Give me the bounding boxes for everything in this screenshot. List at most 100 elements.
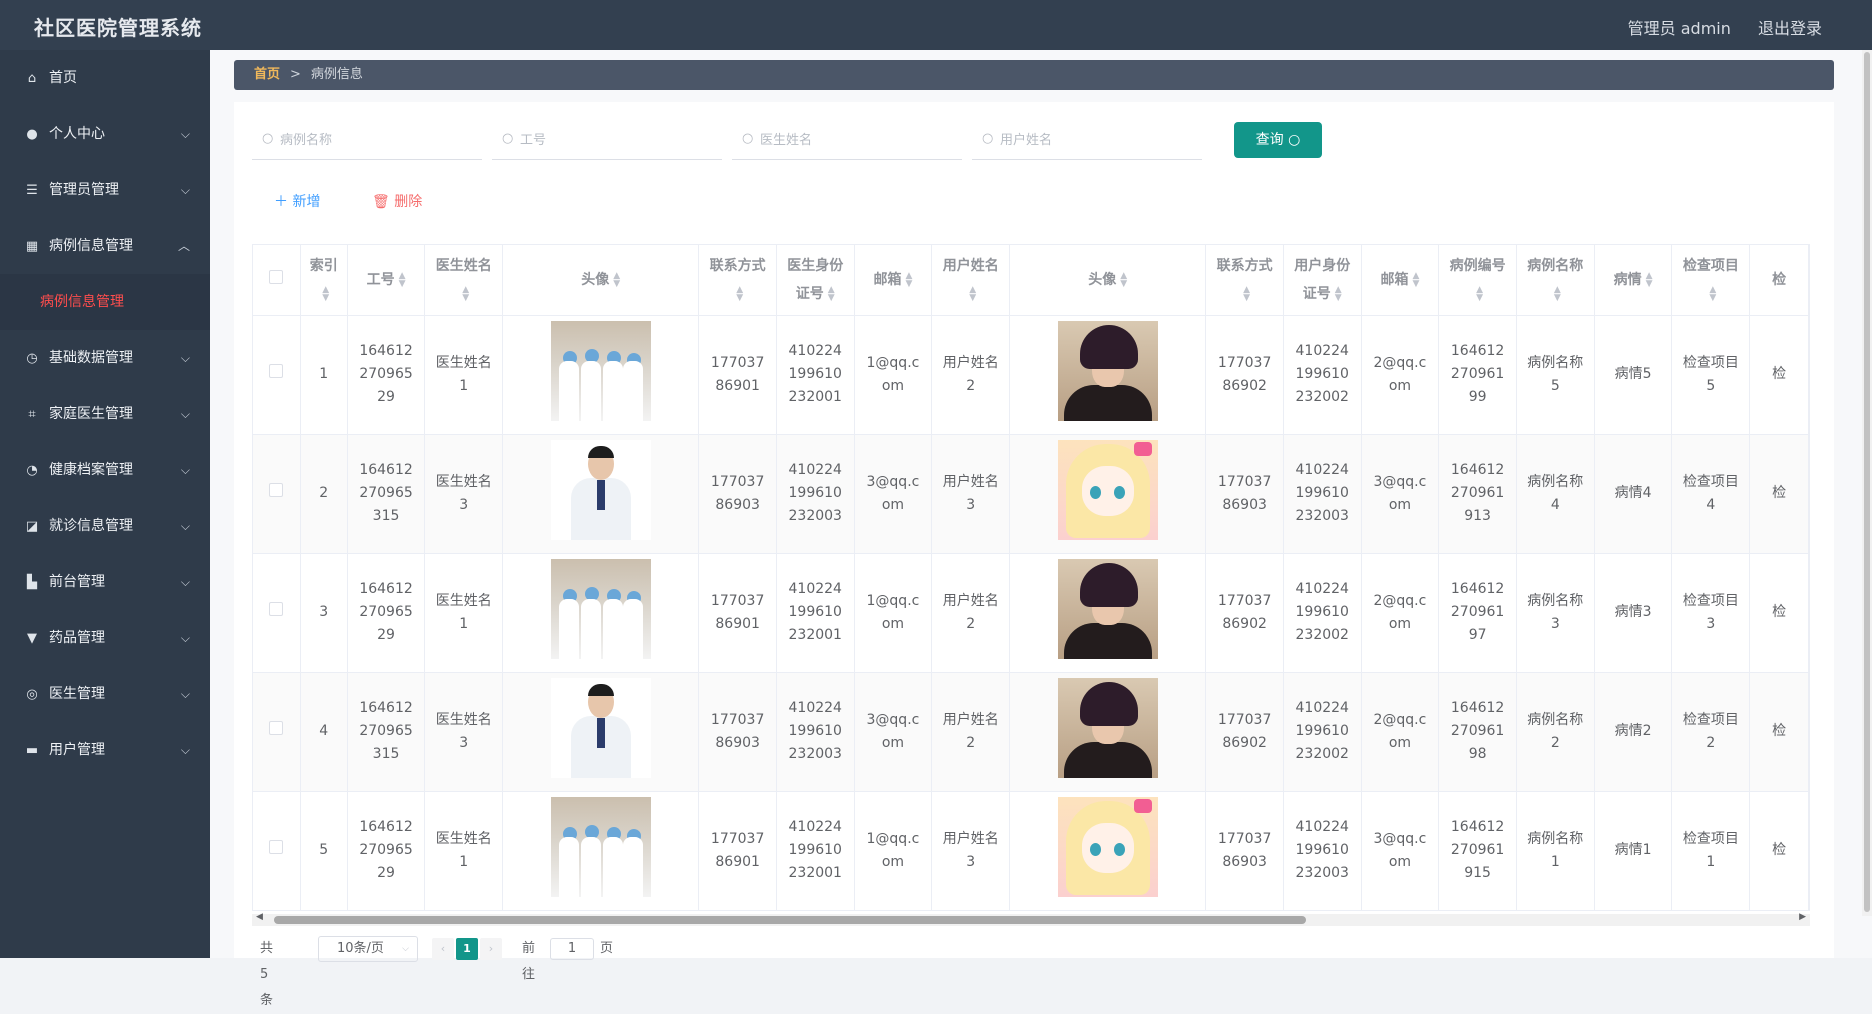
breadcrumb-home[interactable]: 首页 (254, 67, 280, 82)
table-row[interactable]: 5 16461227096529 医生姓名1 17703786901 410224199… (253, 791, 1809, 910)
row-checkbox[interactable] (269, 483, 284, 497)
header-doctor-avatar[interactable]: 头像 ▲ ▼ (502, 245, 700, 316)
sidebar-item-users[interactable]: ▬ 用户管理 ⌵ (0, 722, 210, 778)
vertical-scrollbar[interactable] (1862, 50, 1872, 916)
search-job-number-field[interactable]: ○ (492, 120, 722, 160)
vertical-scroll-thumb[interactable] (1864, 52, 1870, 912)
sort-icon[interactable]: ▲ ▼ (1120, 271, 1127, 288)
scroll-right-icon[interactable]: ▶ (1799, 912, 1806, 922)
header-case-name[interactable]: 病例名称 ▲ ▼ (1516, 245, 1595, 316)
cell-case-number: 16461227096197 (1438, 553, 1517, 673)
page-size-select[interactable]: 10条/页 ⌵ (318, 936, 418, 962)
cell-user-name: 用户姓名2 (931, 553, 1011, 673)
query-button[interactable]: 查询 ○ (1234, 122, 1322, 158)
header-doctor-name[interactable]: 医生姓名 ▲ ▼ (424, 245, 504, 316)
scroll-left-icon[interactable]: ◀ (256, 912, 263, 922)
chevron-down-icon: ⌵ (180, 687, 190, 701)
sort-icon[interactable]: ▲ ▼ (1335, 285, 1342, 302)
row-checkbox[interactable] (269, 840, 284, 854)
sort-icon[interactable]: ▲ ▼ (969, 285, 976, 302)
sidebar-item-front-desk[interactable]: ▙ 前台管理 ⌵ (0, 554, 210, 610)
sort-icon[interactable]: ▲ ▼ (905, 271, 912, 288)
sort-icon[interactable]: ▲ ▼ (828, 285, 835, 302)
sidebar-item-basic-data[interactable]: ◷ 基础数据管理 ⌵ (0, 330, 210, 386)
sidebar-item-doctors[interactable]: ◎ 医生管理 ⌵ (0, 666, 210, 722)
header-user-email[interactable]: 邮箱 ▲ ▼ (1361, 245, 1440, 316)
sort-icon[interactable]: ▲ ▼ (322, 285, 329, 302)
sidebar-item-visit-info[interactable]: ◪ 就诊信息管理 ⌵ (0, 498, 210, 554)
header-doctor-id-card[interactable]: 医生身份证号 ▲ ▼ (776, 245, 855, 316)
search-user-name-field[interactable]: ○ (972, 120, 1202, 160)
chart-icon: ◪ (25, 519, 39, 534)
sidebar-item-family-doctor[interactable]: ⌗ 家庭医生管理 ⌵ (0, 386, 210, 442)
sort-icon[interactable]: ▲ ▼ (1412, 271, 1419, 288)
sidebar-item-drugs[interactable]: ▼ 药品管理 ⌵ (0, 610, 210, 666)
page-number-current[interactable]: 1 (456, 938, 478, 960)
cell-user-email: 2@qq.com (1361, 315, 1440, 435)
row-checkbox[interactable] (269, 602, 284, 616)
goto-page-input[interactable]: 1 (550, 938, 594, 960)
search-doctor-name-input[interactable] (760, 128, 955, 152)
row-checkbox[interactable] (269, 364, 284, 378)
admin-user-label[interactable]: 管理员 admin (1628, 19, 1731, 38)
sidebar-item-label: 病例信息管理 (49, 238, 133, 254)
sidebar-item-home[interactable]: ⌂ 首页 (0, 50, 210, 106)
header-user-phone[interactable]: 联系方式 ▲ ▼ (1205, 245, 1284, 316)
sort-icon[interactable]: ▲ ▼ (1476, 285, 1483, 302)
header-user-name[interactable]: 用户姓名 ▲ ▼ (931, 245, 1011, 316)
select-all-checkbox[interactable] (269, 269, 284, 284)
sort-icon[interactable]: ▲ ▼ (736, 285, 743, 302)
sidebar-subitem-case-info[interactable]: 病例信息管理 (0, 274, 210, 330)
header-doctor-phone[interactable]: 联系方式 ▲ ▼ (698, 245, 777, 316)
scroll-thumb[interactable] (274, 916, 1306, 924)
header-user-id-card[interactable]: 用户身份证号 ▲ ▼ (1283, 245, 1362, 316)
header-exam-item[interactable]: 检查项目 ▲ ▼ (1671, 245, 1751, 316)
header-truncated[interactable]: 检 (1749, 245, 1809, 316)
header-doctor-email[interactable]: 邮箱 ▲ ▼ (854, 245, 933, 316)
table-row[interactable]: 2 164612270965315 医生姓名3 17703786903 41022419… (253, 434, 1809, 554)
search-case-name-field[interactable]: ○ (252, 120, 482, 160)
search-user-name-input[interactable] (1000, 128, 1195, 152)
sort-icon[interactable]: ▲ ▼ (613, 271, 620, 288)
header-condition[interactable]: 病情 ▲ ▼ (1594, 245, 1673, 316)
doctor-group-photo (550, 320, 651, 421)
header-index[interactable]: 索引 ▲ ▼ (300, 245, 348, 316)
sort-icon[interactable]: ▲ ▼ (1243, 285, 1250, 302)
search-case-name-input[interactable] (280, 128, 475, 152)
add-button[interactable]: ＋ 新增 (274, 187, 320, 217)
logout-button[interactable]: 退出登录 (1758, 19, 1822, 38)
cell-doctor-avatar (502, 434, 700, 554)
horizontal-scrollbar[interactable]: ◀ ▶ (252, 912, 1810, 926)
doctor-single-photo (550, 677, 651, 778)
table-row[interactable]: 3 16461227096529 医生姓名1 17703786901 410224199… (253, 553, 1809, 673)
header-job-number[interactable]: 工号 ▲ ▼ (347, 245, 426, 316)
sidebar-item-personal[interactable]: ● 个人中心 ⌵ (0, 106, 210, 162)
next-page-button[interactable]: › (480, 938, 502, 960)
sidebar-item-label: 前台管理 (49, 574, 105, 590)
search-job-number-input[interactable] (520, 128, 715, 152)
sidebar-item-health-record[interactable]: ◔ 健康档案管理 ⌵ (0, 442, 210, 498)
sort-icon[interactable]: ▲ ▼ (1709, 285, 1716, 302)
delete-button[interactable]: 🗑 删除 (372, 187, 422, 217)
top-bar: 社区医院管理系统 管理员 admin 退出登录 (0, 0, 1872, 50)
row-checkbox[interactable] (269, 721, 284, 735)
cell-case-number: 16461227096198 (1438, 672, 1517, 792)
search-doctor-name-field[interactable]: ○ (732, 120, 962, 160)
cell-index: 3 (300, 553, 348, 673)
cell-doctor-avatar (502, 553, 700, 673)
header-user-avatar[interactable]: 头像 ▲ ▼ (1009, 245, 1207, 316)
sidebar-item-case[interactable]: ▦ 病例信息管理 ︿ (0, 218, 210, 274)
prev-page-button[interactable]: ‹ (432, 938, 454, 960)
sort-icon[interactable]: ▲ ▼ (1554, 285, 1561, 302)
cell-truncated: 检 (1749, 434, 1809, 554)
header-case-number[interactable]: 病例编号 ▲ ▼ (1438, 245, 1517, 316)
search-icon: ○ (502, 131, 514, 146)
table-row[interactable]: 4 164612270965315 医生姓名3 17703786903 41022419… (253, 672, 1809, 792)
sort-icon[interactable]: ▲ ▼ (399, 271, 406, 288)
sidebar-item-admin[interactable]: ☰ 管理员管理 ⌵ (0, 162, 210, 218)
sort-icon[interactable]: ▲ ▼ (462, 285, 469, 302)
cell-user-id-card: 410224199610232003 (1283, 791, 1362, 910)
table-row[interactable]: 1 16461227096529 医生姓名1 17703786901 410224199… (253, 315, 1809, 435)
sort-icon[interactable]: ▲ ▼ (1646, 271, 1653, 288)
cell-case-name: 病例名称5 (1516, 315, 1595, 435)
